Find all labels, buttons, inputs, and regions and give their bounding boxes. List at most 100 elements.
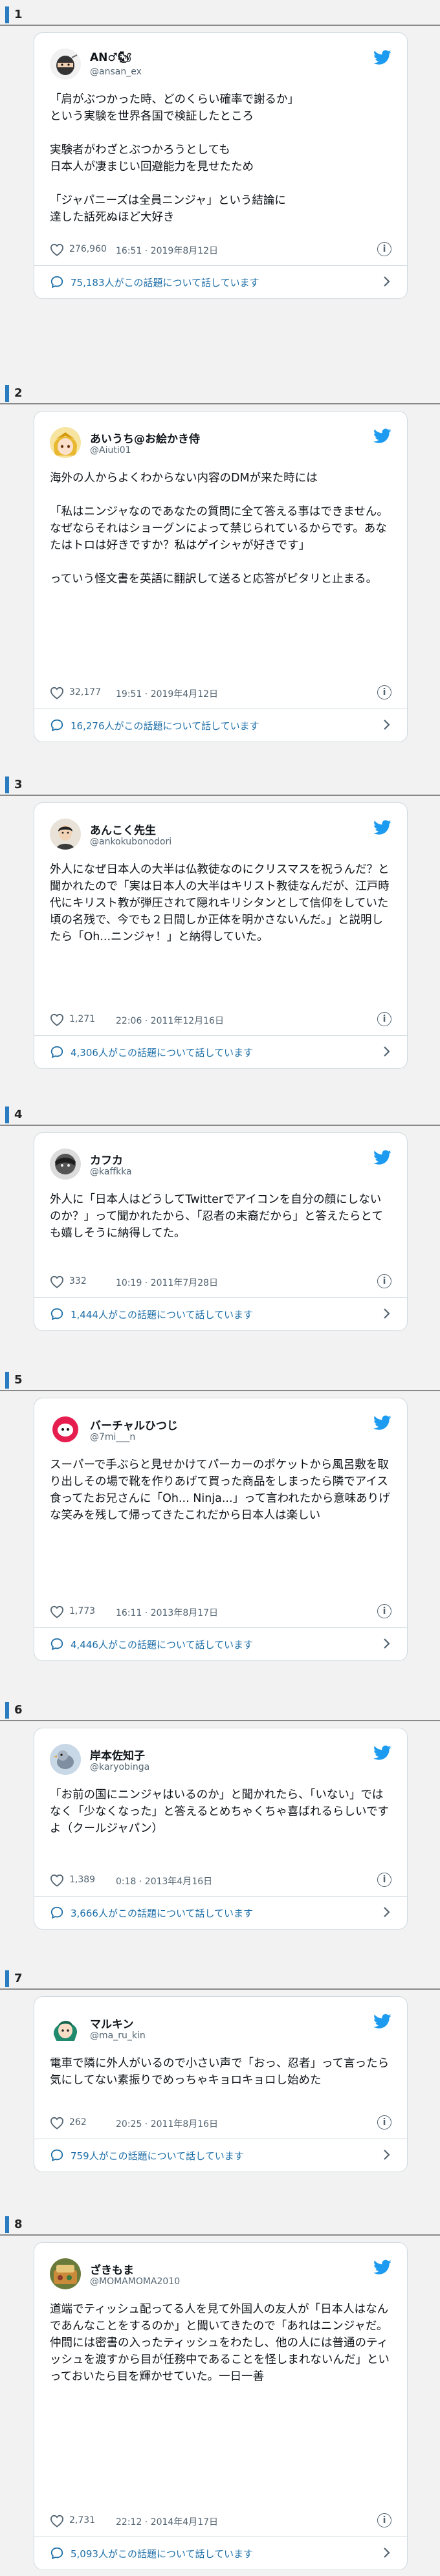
section-header: 4 xyxy=(0,1106,440,1126)
info-icon[interactable]: i xyxy=(377,1274,391,1288)
chevron-right-icon xyxy=(382,1307,391,1320)
heart-icon[interactable] xyxy=(50,243,64,256)
like-count[interactable]: 1,773 xyxy=(69,1606,95,1616)
tweet-section: 4 xyxy=(0,1100,440,1126)
author-name[interactable]: バーチャルひつじ xyxy=(90,1416,178,1433)
tweet-timestamp[interactable]: 22:12 · 2014年4月17日 xyxy=(116,2515,218,2528)
heart-icon[interactable] xyxy=(50,2515,64,2527)
twitter-bird-icon[interactable] xyxy=(373,1745,391,1761)
info-icon[interactable]: i xyxy=(377,242,391,256)
avatar[interactable] xyxy=(50,1149,81,1180)
conversation-count[interactable]: 1,444人がこの話題について話しています xyxy=(71,1308,253,1321)
avatar[interactable] xyxy=(50,1744,81,1775)
tweet-timestamp[interactable]: 0:18 · 2013年4月16日 xyxy=(116,1875,212,1888)
info-icon[interactable]: i xyxy=(377,1012,391,1026)
author-handle[interactable]: @ma_ru_kin xyxy=(90,2031,146,2041)
author-name[interactable]: あんこく先生 xyxy=(90,821,156,837)
conversation-link[interactable]: 16,276人がこの話題について話しています xyxy=(34,709,407,742)
twitter-bird-icon[interactable] xyxy=(373,1150,391,1165)
section-accent-bar xyxy=(5,1372,9,1389)
embedded-tweet-card[interactable]: あいうち@お絵かき侍 @Aiuti01 海外の人からよくわからない内容のDMが来… xyxy=(34,411,408,742)
embedded-tweet-card[interactable]: カフカ @kaffkka 外人に「日本人はどうしてTwitterでアイコンを自分… xyxy=(34,1132,408,1331)
info-icon[interactable]: i xyxy=(377,1604,391,1618)
twitter-bird-icon[interactable] xyxy=(373,50,391,65)
conversation-count[interactable]: 4,446人がこの話題について話しています xyxy=(71,1638,253,1651)
twitter-bird-icon[interactable] xyxy=(373,2260,391,2275)
author-handle[interactable]: @7mi___n xyxy=(90,1432,135,1442)
author-name[interactable]: ざきもま xyxy=(90,2261,134,2277)
conversation-count[interactable]: 3,666人がこの話題について話しています xyxy=(71,1906,253,1920)
tweet-section: 8 xyxy=(0,2210,440,2236)
tweet-author: あいうち@お絵かき侍 @Aiuti01 xyxy=(50,426,391,462)
avatar[interactable] xyxy=(50,2258,81,2289)
embedded-tweet-card[interactable]: 岸本佐知子 @karyobinga 「お前の国にニンジャはいるのか」と聞かれたら… xyxy=(34,1728,408,1930)
twitter-bird-icon[interactable] xyxy=(373,820,391,835)
twitter-bird-icon[interactable] xyxy=(373,1415,391,1431)
info-icon[interactable]: i xyxy=(377,1873,391,1887)
tweet-timestamp[interactable]: 19:51 · 2019年4月12日 xyxy=(116,687,218,700)
heart-icon[interactable] xyxy=(50,2117,64,2130)
author-handle[interactable]: @ansan_ex xyxy=(90,67,142,77)
tweet-timestamp[interactable]: 22:06 · 2011年12月16日 xyxy=(116,1014,224,1027)
embedded-tweet-card[interactable]: ざきもま @MOMAMOMA2010 道端でティッシュ配ってる人を見て外国人の友… xyxy=(34,2242,408,2570)
speech-bubble-icon xyxy=(50,2148,64,2163)
info-icon[interactable]: i xyxy=(377,685,391,699)
author-name[interactable]: カフカ xyxy=(90,1151,123,1167)
conversation-link[interactable]: 759人がこの話題について話しています xyxy=(34,2139,407,2172)
conversation-count[interactable]: 759人がこの話題について話しています xyxy=(71,2149,244,2163)
twitter-bird-icon[interactable] xyxy=(373,2014,391,2029)
conversation-link[interactable]: 4,306人がこの話題について話しています xyxy=(34,1036,407,1068)
author-handle[interactable]: @MOMAMOMA2010 xyxy=(90,2276,180,2287)
like-count[interactable]: 276,960 xyxy=(69,244,107,254)
author-handle[interactable]: @kaffkka xyxy=(90,1167,132,1177)
conversation-link[interactable]: 5,093人がこの話題について話しています xyxy=(34,2537,407,2570)
heart-icon[interactable] xyxy=(50,1275,64,1288)
like-count[interactable]: 262 xyxy=(69,2117,87,2128)
like-count[interactable]: 1,271 xyxy=(69,1014,95,1024)
author-handle[interactable]: @ankokubonodori xyxy=(90,837,171,847)
author-name[interactable]: マルキン xyxy=(90,2015,134,2031)
tweet-timestamp[interactable]: 10:19 · 2011年7月28日 xyxy=(116,1276,218,1289)
author-handle[interactable]: @karyobinga xyxy=(90,1762,149,1772)
tweet-meta: 32,177 19:51 · 2019年4月12日 i xyxy=(50,677,391,709)
tweet-author: あんこく先生 @ankokubonodori xyxy=(50,817,391,853)
author-name[interactable]: あいうち@お絵かき侍 xyxy=(90,430,200,446)
section-header: 7 xyxy=(0,1970,440,1990)
tweet-text: 道端でティッシュ配ってる人を見て外国人の友人が「日本人はなんであんなことをするの… xyxy=(50,2303,390,2383)
avatar[interactable] xyxy=(50,1414,81,1445)
chevron-right-icon xyxy=(382,2148,391,2161)
tweet-timestamp[interactable]: 16:11 · 2013年8月17日 xyxy=(116,1606,218,1619)
like-count[interactable]: 1,389 xyxy=(69,1875,95,1885)
author-name[interactable]: AN♂🐿 xyxy=(90,51,131,64)
like-count[interactable]: 2,731 xyxy=(69,2515,95,2526)
conversation-link[interactable]: 3,666人がこの話題について話しています xyxy=(34,1897,407,1929)
embedded-tweet-card[interactable]: バーチャルひつじ @7mi___n スーパーで手ぶらと見せかけてパーカーのポケッ… xyxy=(34,1398,408,1661)
avatar[interactable] xyxy=(50,49,81,80)
avatar[interactable] xyxy=(50,2012,81,2043)
author-handle[interactable]: @Aiuti01 xyxy=(90,445,131,456)
heart-icon[interactable] xyxy=(50,1874,64,1887)
like-count[interactable]: 332 xyxy=(69,1276,87,1286)
conversation-link[interactable]: 75,183人がこの話題について話しています xyxy=(34,266,407,298)
tweet-timestamp[interactable]: 16:51 · 2019年8月12日 xyxy=(116,244,218,257)
info-icon[interactable]: i xyxy=(377,2513,391,2527)
avatar[interactable] xyxy=(50,819,81,850)
info-icon[interactable]: i xyxy=(377,2115,391,2130)
like-count[interactable]: 32,177 xyxy=(69,687,101,698)
embedded-tweet-card[interactable]: AN♂🐿 @ansan_ex 「肩がぶつかった時、どのくらい確率で謝るか」 とい… xyxy=(34,32,408,299)
author-name[interactable]: 岸本佐知子 xyxy=(90,1746,145,1763)
heart-icon[interactable] xyxy=(50,1605,64,1618)
embedded-tweet-card[interactable]: あんこく先生 @ankokubonodori 外人になぜ日本人の大半は仏教徒なの… xyxy=(34,802,408,1069)
conversation-link[interactable]: 1,444人がこの話題について話しています xyxy=(34,1298,407,1330)
avatar[interactable] xyxy=(50,427,81,458)
heart-icon[interactable] xyxy=(50,1013,64,1026)
conversation-count[interactable]: 16,276人がこの話題について話しています xyxy=(71,719,259,732)
conversation-count[interactable]: 5,093人がこの話題について話しています xyxy=(71,2547,253,2560)
heart-icon[interactable] xyxy=(50,687,64,699)
conversation-link[interactable]: 4,446人がこの話題について話しています xyxy=(34,1628,407,1660)
conversation-count[interactable]: 75,183人がこの話題について話しています xyxy=(71,276,259,289)
twitter-bird-icon[interactable] xyxy=(373,428,391,444)
embedded-tweet-card[interactable]: マルキン @ma_ru_kin 電車で隣に外人がいるので小さい声で「おっ、忍者」… xyxy=(34,1996,408,2172)
conversation-count[interactable]: 4,306人がこの話題について話しています xyxy=(71,1046,253,1059)
tweet-timestamp[interactable]: 20:25 · 2011年8月16日 xyxy=(116,2117,218,2130)
